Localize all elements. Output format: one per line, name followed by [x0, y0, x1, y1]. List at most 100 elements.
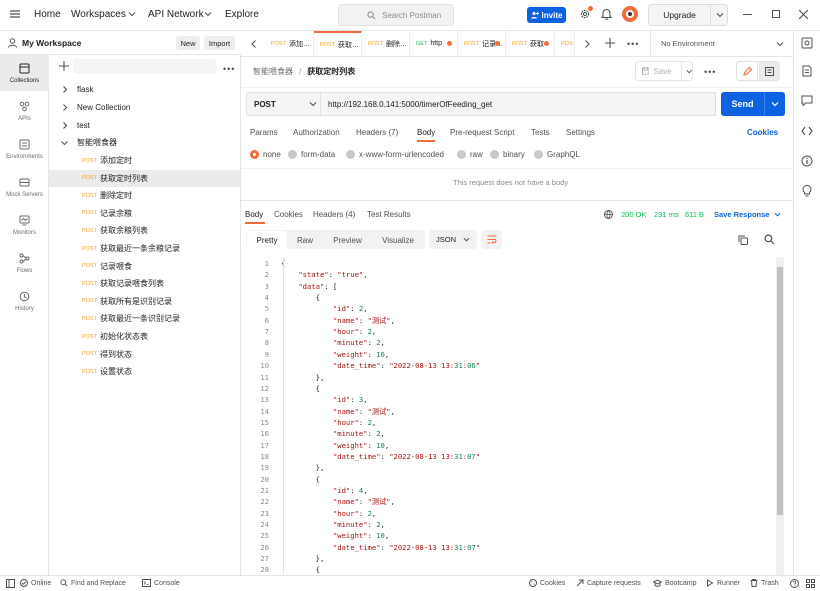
radio-button[interactable]: [490, 150, 499, 159]
more-options-icon[interactable]: •••: [704, 67, 716, 77]
add-icon[interactable]: [59, 61, 69, 71]
request-item[interactable]: POST 添加定时: [49, 152, 240, 169]
new-button[interactable]: New: [176, 36, 200, 50]
response-tab-body[interactable]: Body: [245, 210, 263, 219]
info-icon[interactable]: [801, 155, 813, 167]
layout-icon[interactable]: [6, 579, 15, 588]
breadcrumb-parent[interactable]: 智能喂食器: [253, 66, 293, 77]
radio-button[interactable]: [457, 150, 466, 159]
invite-button[interactable]: Invite: [527, 7, 566, 23]
nav-explore[interactable]: Explore: [225, 9, 259, 20]
body-type-option[interactable]: form-data: [288, 150, 335, 159]
scrollbar-thumb[interactable]: [777, 267, 783, 515]
body-type-option[interactable]: GraphQL: [534, 150, 580, 159]
chevron-left-icon[interactable]: [251, 40, 257, 48]
settings-icon[interactable]: [579, 6, 593, 20]
subtab-params[interactable]: Params: [250, 128, 278, 137]
radio-button[interactable]: [534, 150, 543, 159]
request-item[interactable]: POST 记录喂食: [49, 258, 240, 275]
subtab-settings[interactable]: Settings: [566, 128, 595, 137]
request-item[interactable]: POST 设置状态: [49, 363, 240, 380]
new-tab-icon[interactable]: [605, 38, 615, 48]
sidebar-item-apis[interactable]: APIs: [0, 93, 49, 129]
lightbulb-icon[interactable]: [801, 184, 813, 197]
wrap-lines-button[interactable]: [482, 230, 502, 249]
view-pretty-button[interactable]: Pretty: [247, 231, 287, 249]
request-tab[interactable]: GET http: [410, 31, 458, 56]
trash-button[interactable]: Trash: [750, 579, 779, 587]
bootcamp-button[interactable]: Bootcamp: [653, 579, 697, 587]
collection-item[interactable]: New Collection: [49, 99, 240, 116]
request-item[interactable]: POST 获取最近一条识别记录: [49, 310, 240, 327]
capture-requests-button[interactable]: Capture requests: [576, 579, 641, 587]
subtab-pre-request-script[interactable]: Pre-request Script: [450, 128, 514, 137]
more-options-icon[interactable]: •••: [627, 39, 639, 49]
request-tab[interactable]: POST 添加…: [265, 31, 314, 56]
request-item[interactable]: POST 获取记录喂食列表: [49, 275, 240, 292]
radio-button[interactable]: [346, 150, 355, 159]
sidebar-item-environments[interactable]: Environments: [0, 131, 49, 167]
radio-button[interactable]: [288, 150, 297, 159]
bell-icon[interactable]: [601, 8, 612, 20]
view-raw-button[interactable]: Raw: [287, 231, 323, 249]
request-item[interactable]: POST 得到状态: [49, 346, 240, 363]
menu-icon[interactable]: [10, 9, 20, 19]
request-tab[interactable]: POST 删除…: [362, 31, 410, 56]
nav-workspaces[interactable]: Workspaces: [71, 9, 126, 20]
subtab-headers[interactable]: Headers (7): [356, 128, 398, 137]
body-type-option[interactable]: none: [250, 150, 281, 159]
radio-button[interactable]: [250, 150, 259, 159]
upgrade-button[interactable]: Upgrade: [648, 4, 728, 26]
cookies-button[interactable]: Cookies: [529, 579, 565, 587]
response-tab-headers[interactable]: Headers (4): [313, 210, 355, 219]
request-tab[interactable]: POST 获取…: [314, 31, 362, 56]
collection-item[interactable]: flask: [49, 81, 240, 98]
body-type-option[interactable]: binary: [490, 150, 525, 159]
response-tab-cookies[interactable]: Cookies: [274, 210, 303, 219]
request-item[interactable]: POST 获取定时列表: [49, 169, 240, 187]
body-type-option[interactable]: x-www-form-urlencoded: [346, 150, 444, 159]
body-type-option[interactable]: raw: [457, 150, 483, 159]
import-button[interactable]: Import: [204, 36, 235, 50]
copy-icon[interactable]: [738, 235, 748, 245]
sidebar-item-mock-servers[interactable]: Mock Servers: [0, 169, 49, 205]
collection-item[interactable]: test: [49, 117, 240, 134]
response-size[interactable]: 611 B: [685, 210, 704, 219]
help-icon[interactable]: [790, 579, 799, 588]
send-button[interactable]: Send: [721, 92, 785, 116]
runner-button[interactable]: Runner: [706, 579, 740, 587]
request-item[interactable]: POST 记录余粮: [49, 205, 240, 222]
search-input[interactable]: Search Postman: [338, 4, 454, 26]
request-item[interactable]: POST 初始化状态表: [49, 328, 240, 345]
scrollbar-track[interactable]: [776, 257, 784, 575]
documentation-icon[interactable]: [802, 65, 812, 77]
minimize-icon[interactable]: [743, 14, 752, 15]
request-item[interactable]: POST 获取余粮列表: [49, 222, 240, 239]
find-replace-button[interactable]: Find and Replace: [60, 579, 126, 587]
edit-mode-button[interactable]: [737, 62, 758, 80]
nav-api-network[interactable]: API Network: [148, 9, 204, 20]
save-button[interactable]: Save: [635, 61, 693, 81]
console-button[interactable]: Console: [142, 579, 180, 587]
view-preview-button[interactable]: Preview: [325, 231, 370, 249]
environment-select[interactable]: No Environment: [661, 39, 791, 48]
nav-home[interactable]: Home: [34, 9, 61, 20]
code-icon[interactable]: [801, 126, 813, 136]
response-body[interactable]: 1{2 "state": "true",3 "data": [4 {5 "id"…: [241, 256, 786, 574]
sidebar-item-collections[interactable]: Collections: [0, 55, 49, 91]
avatar[interactable]: [622, 6, 638, 22]
collection-item[interactable]: 智能喂食器: [49, 134, 240, 151]
grid-icon[interactable]: [806, 579, 815, 588]
more-options-icon[interactable]: •••: [223, 64, 235, 74]
request-item[interactable]: POST 获取最近一条余粮记录: [49, 240, 240, 257]
request-tab[interactable]: POST 获取: [506, 31, 555, 56]
request-item[interactable]: POST 获取所有是识别记录: [49, 293, 240, 310]
cookies-link[interactable]: Cookies: [747, 128, 778, 137]
url-input[interactable]: http://192.168.0.141:5000/timerOfFeeding…: [320, 92, 716, 116]
environment-quick-look-icon[interactable]: [801, 37, 813, 49]
sidebar-item-history[interactable]: History: [0, 283, 49, 319]
sidebar-item-flows[interactable]: Flows: [0, 245, 49, 281]
chevron-right-icon[interactable]: [584, 40, 590, 48]
view-visualize-button[interactable]: Visualize: [372, 231, 424, 249]
response-tab-test-results[interactable]: Test Results: [367, 210, 411, 219]
